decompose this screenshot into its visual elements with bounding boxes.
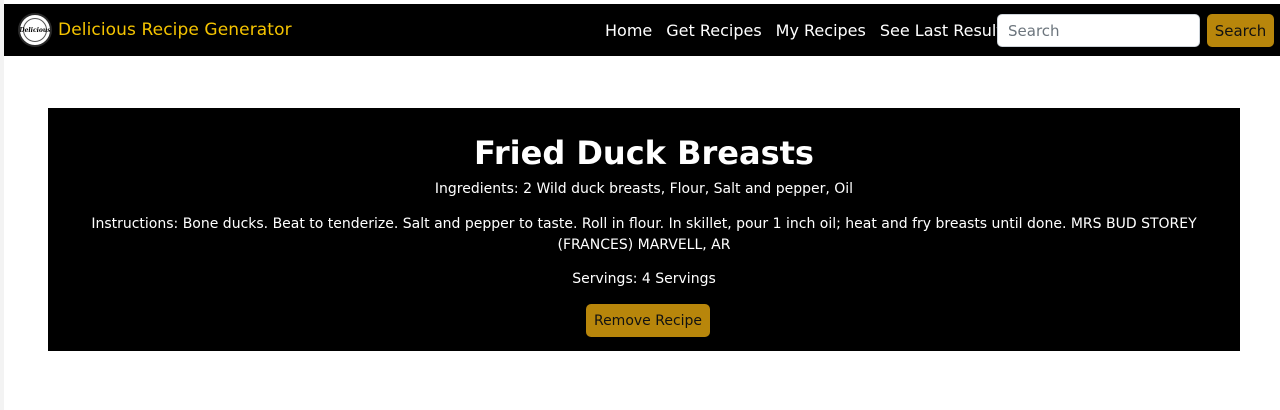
recipe-card: Fried Duck Breasts Ingredients: 2 Wild d… — [48, 108, 1240, 351]
brand-link[interactable]: Delicious Delicious Recipe Generator — [18, 13, 292, 47]
nav-link-my-recipes[interactable]: My Recipes — [776, 21, 866, 40]
nav-link-see-last-results[interactable]: See Last Results — [880, 21, 1011, 40]
search-button[interactable]: Search — [1207, 14, 1274, 47]
remove-recipe-button[interactable]: Remove Recipe — [586, 304, 710, 337]
logo-text: Delicious — [19, 26, 51, 34]
search-input[interactable] — [997, 14, 1200, 47]
nav-link-get-recipes[interactable]: Get Recipes — [666, 21, 761, 40]
left-edge-strip — [0, 0, 4, 410]
nav-link-home[interactable]: Home — [605, 21, 652, 40]
page: Delicious Delicious Recipe Generator Hom… — [0, 0, 1280, 410]
nav-links: Home Get Recipes My Recipes See Last Res… — [605, 4, 1011, 56]
recipe-title: Fried Duck Breasts — [474, 134, 814, 172]
recipe-servings: Servings: 4 Servings — [572, 271, 716, 287]
delicious-logo-icon: Delicious — [18, 13, 52, 47]
recipe-instructions: Instructions: Bone ducks. Beat to tender… — [91, 216, 1197, 253]
recipe-ingredients: Ingredients: 2 Wild duck breasts, Flour,… — [434, 181, 854, 197]
navbar: Delicious Delicious Recipe Generator Hom… — [4, 4, 1280, 56]
brand-title: Delicious Recipe Generator — [58, 20, 292, 40]
